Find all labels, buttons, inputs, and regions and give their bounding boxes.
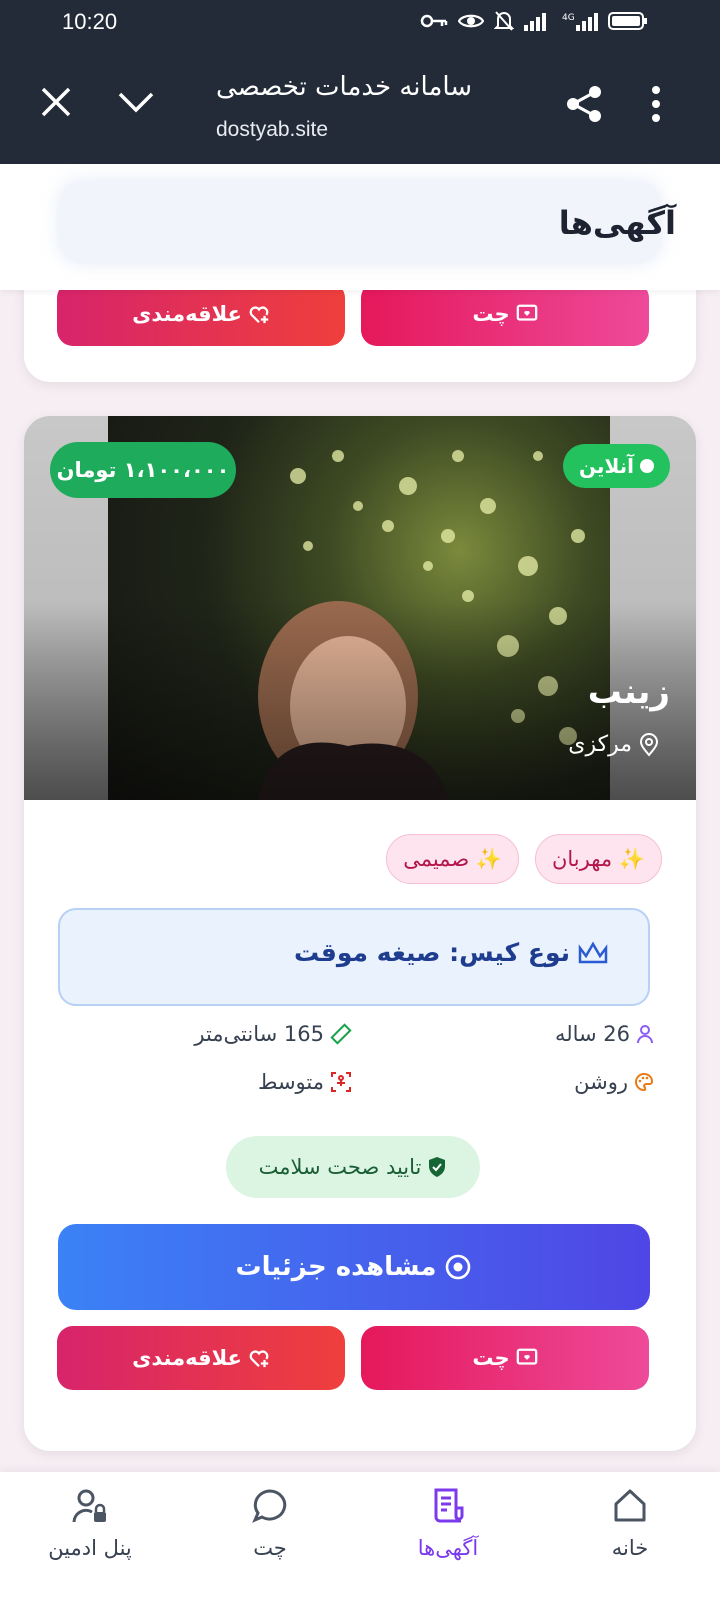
body-label: متوسط	[258, 1070, 324, 1094]
age-label: 26 ساله	[554, 1022, 630, 1046]
height-label: 165 سانتی‌متر	[194, 1022, 324, 1046]
health-badge: تایید صحت سلامت	[226, 1136, 480, 1198]
nav-admin[interactable]: پنل ادمین	[10, 1486, 170, 1586]
status-icons: 4G	[420, 10, 648, 32]
chat-button[interactable]: چت	[361, 282, 649, 346]
page-header: آگهی‌ها	[0, 164, 720, 290]
online-dot-icon	[640, 459, 654, 473]
status-bar: 10:20 4G	[0, 0, 720, 44]
profile-name: زینب	[587, 672, 670, 712]
signal-4g-icon: 4G	[562, 13, 598, 31]
nav-chat-label: چت	[253, 1536, 287, 1560]
profile-location: مرکزی	[568, 732, 660, 757]
chat-label: چت	[472, 302, 510, 326]
chevron-down-icon[interactable]	[116, 84, 156, 120]
heart-plus-icon	[249, 306, 269, 324]
home-icon	[614, 1489, 646, 1522]
shield-check-icon	[429, 1157, 446, 1177]
admin-icon	[72, 1489, 106, 1523]
nav-admin-label: پنل ادمین	[48, 1536, 132, 1560]
online-label: آنلاین	[578, 454, 634, 478]
nav-home-label: خانه	[611, 1536, 649, 1560]
palette-icon	[635, 1072, 654, 1092]
signal-icon	[524, 13, 546, 31]
ads-icon	[434, 1488, 464, 1523]
nav-ads[interactable]: آگهی‌ها	[368, 1486, 528, 1586]
chat-icon	[252, 1489, 287, 1523]
battery-icon	[608, 12, 647, 30]
health-label: تایید صحت سلامت	[258, 1155, 422, 1179]
location-pin-icon	[639, 732, 659, 757]
body-scan-icon	[331, 1072, 351, 1092]
listing-card: ۱،۱۰۰،۰۰۰ تومان آنلاین زینب مرکزی ✨ مهرب…	[24, 416, 696, 1451]
like-button[interactable]: علاقه‌مندی	[57, 1326, 345, 1390]
message-heart-icon	[516, 1348, 537, 1365]
chat-label: چت	[472, 1346, 510, 1370]
more-menu-icon[interactable]	[650, 84, 662, 124]
skin-label: روشن	[574, 1070, 628, 1094]
bottom-nav: خانه آگهی‌ها چت پنل ادمین	[0, 1472, 720, 1600]
tag-kind: ✨ مهربان	[534, 834, 662, 884]
browser-url: dostyab.site	[216, 118, 329, 141]
key-icon	[420, 14, 448, 28]
view-details-button[interactable]: مشاهده جزئیات	[58, 1224, 650, 1310]
details-label: مشاهده جزئیات	[235, 1252, 437, 1282]
browser-title: سامانه خدمات تخصصی	[216, 72, 473, 102]
nav-ads-label: آگهی‌ها	[417, 1536, 479, 1560]
close-icon[interactable]	[38, 84, 74, 120]
crown-icon	[578, 941, 608, 963]
status-time: 10:20	[62, 9, 118, 34]
case-type-box: نوع کیس: صیغه موقت	[58, 908, 650, 1006]
message-heart-icon	[516, 304, 537, 321]
height-stat: 165 سانتی‌متر	[194, 1022, 352, 1046]
nav-home[interactable]: خانه	[550, 1486, 710, 1586]
svg-text:4G: 4G	[562, 13, 575, 23]
online-badge: آنلاین	[562, 444, 670, 488]
like-button[interactable]: علاقه‌مندی	[57, 282, 345, 346]
body-stat: متوسط	[258, 1070, 352, 1094]
tag-friendly: ✨ صمیمی	[386, 834, 519, 884]
eye-icon	[446, 1254, 471, 1280]
like-label: علاقه‌مندی	[132, 302, 242, 326]
like-label: علاقه‌مندی	[132, 1346, 242, 1370]
chat-button[interactable]: چت	[361, 1326, 649, 1390]
trait-tags: ✨ مهربان ✨ صمیمی	[386, 834, 662, 884]
ruler-icon	[330, 1023, 352, 1045]
user-icon	[637, 1025, 653, 1044]
eye-icon	[458, 14, 484, 28]
price-badge: ۱،۱۰۰،۰۰۰ تومان	[50, 442, 236, 498]
profile-photo[interactable]: ۱،۱۰۰،۰۰۰ تومان آنلاین زینب مرکزی	[24, 416, 696, 800]
skin-stat: روشن	[574, 1070, 654, 1094]
mute-bell-icon	[494, 11, 514, 31]
location-label: مرکزی	[568, 732, 632, 757]
browser-toolbar: سامانه خدمات تخصصی dostyab.site	[0, 44, 720, 164]
heart-plus-icon	[249, 1350, 269, 1368]
nav-chat[interactable]: چت	[190, 1486, 350, 1586]
share-icon[interactable]	[564, 84, 604, 124]
case-type-label: نوع کیس: صیغه موقت	[294, 938, 570, 967]
age-stat: 26 ساله	[555, 1022, 654, 1046]
page-title: آگهی‌ها	[558, 204, 676, 242]
